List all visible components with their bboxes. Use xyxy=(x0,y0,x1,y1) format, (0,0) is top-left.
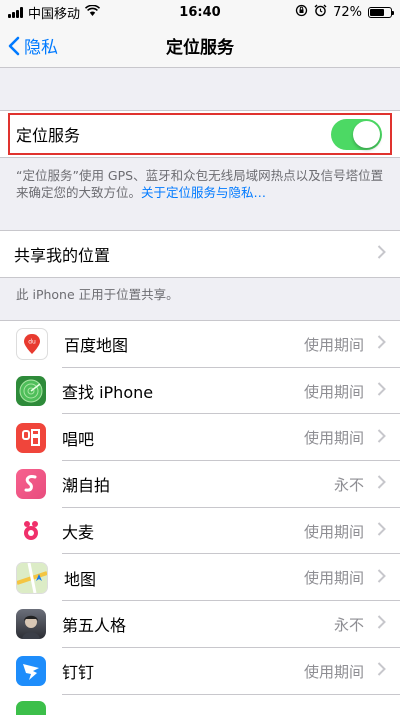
app-row[interactable]: 第五人格 永不 xyxy=(0,601,400,648)
chevron-right-icon xyxy=(377,661,386,682)
app-permission: 使用期间 xyxy=(303,662,364,681)
app-row[interactable]: 地图 使用期间 xyxy=(0,554,400,602)
nav-bar: 隐私 定位服务 xyxy=(0,24,400,68)
battery-icon xyxy=(368,6,394,18)
location-services-switch[interactable] xyxy=(331,118,382,150)
app-name: 钉钉 xyxy=(62,663,95,683)
app-name: 第五人格 xyxy=(62,616,127,636)
orientation-lock-icon xyxy=(295,4,308,21)
app-row[interactable]: 钉钉 使用期间 xyxy=(0,648,400,695)
page-title: 定位服务 xyxy=(166,38,234,58)
app-name: 百度地图 xyxy=(64,336,129,356)
app-permission: 使用期间 xyxy=(303,382,364,401)
carrier-label: 中国移动 xyxy=(28,6,81,22)
app-permission: 永不 xyxy=(333,475,364,494)
chevron-right-icon xyxy=(377,244,386,265)
alarm-icon xyxy=(314,4,327,21)
share-footer: 此 iPhone 正用于位置共享。 xyxy=(16,287,179,302)
signal-icon xyxy=(8,6,23,18)
status-right: 72% xyxy=(295,4,394,21)
app-name: 潮自拍 xyxy=(62,476,111,496)
baidu-maps-icon: du xyxy=(16,328,48,361)
back-button[interactable]: 隐私 xyxy=(0,24,58,67)
app-permission: 使用期间 xyxy=(303,522,364,541)
location-services-label: 定位服务 xyxy=(16,126,81,145)
chevron-right-icon xyxy=(377,521,386,542)
chevron-right-icon xyxy=(377,614,386,635)
app-icon xyxy=(16,700,46,715)
switch-knob xyxy=(353,120,380,148)
find-iphone-icon xyxy=(16,376,46,407)
app-row[interactable] xyxy=(0,695,400,715)
chevron-right-icon xyxy=(377,334,386,355)
privacy-link[interactable]: 关于定位服务与隐私… xyxy=(141,185,266,200)
share-my-location-row[interactable]: 共享我的位置 xyxy=(0,231,400,277)
app-name: 大麦 xyxy=(62,523,95,543)
location-services-row[interactable]: 定位服务 xyxy=(8,113,392,155)
svg-text:du: du xyxy=(28,339,36,346)
app-permission: 永不 xyxy=(333,615,364,634)
app-row[interactable]: 潮自拍 永不 xyxy=(0,461,400,508)
chaozipai-icon xyxy=(16,469,46,500)
app-row[interactable]: du 百度地图 使用期间 xyxy=(0,321,400,368)
dingtalk-icon xyxy=(16,656,46,687)
back-label: 隐私 xyxy=(24,38,58,58)
share-group: 共享我的位置 xyxy=(0,230,400,278)
app-name: 唱吧 xyxy=(62,429,95,449)
app-permission: 使用期间 xyxy=(303,335,364,354)
identity-v-icon xyxy=(16,609,46,640)
location-footer: “定位服务”使用 GPS、蓝牙和众包无线局域网热点以及信号塔位置来确定您的大致方… xyxy=(0,158,400,201)
app-name: 地图 xyxy=(64,569,97,589)
chevron-right-icon xyxy=(377,381,386,402)
chevron-right-icon xyxy=(377,427,386,448)
damai-icon xyxy=(16,516,46,547)
battery-percent: 72% xyxy=(333,4,362,20)
app-row[interactable]: 唱吧 使用期间 xyxy=(0,414,400,462)
app-permission: 使用期间 xyxy=(303,569,364,588)
chevron-left-icon xyxy=(8,36,20,55)
wifi-icon xyxy=(84,4,101,20)
maps-icon xyxy=(16,561,48,594)
app-permission: 使用期间 xyxy=(303,429,364,448)
location-toggle-group: 定位服务 xyxy=(0,110,400,158)
share-my-location-label: 共享我的位置 xyxy=(14,246,111,265)
status-left: 中国移动 xyxy=(8,3,101,22)
changba-icon xyxy=(16,422,46,453)
apps-list: du 百度地图 使用期间 查找 iPhone 使用期间 唱吧 使用期间 潮自拍 … xyxy=(0,320,400,715)
chevron-right-icon xyxy=(377,567,386,588)
app-row[interactable]: 大麦 使用期间 xyxy=(0,508,400,555)
app-row[interactable]: 查找 iPhone 使用期间 xyxy=(0,368,400,415)
status-bar: 中国移动 16:40 72% xyxy=(0,0,400,24)
chevron-right-icon xyxy=(377,474,386,495)
app-name: 查找 iPhone xyxy=(62,383,154,403)
